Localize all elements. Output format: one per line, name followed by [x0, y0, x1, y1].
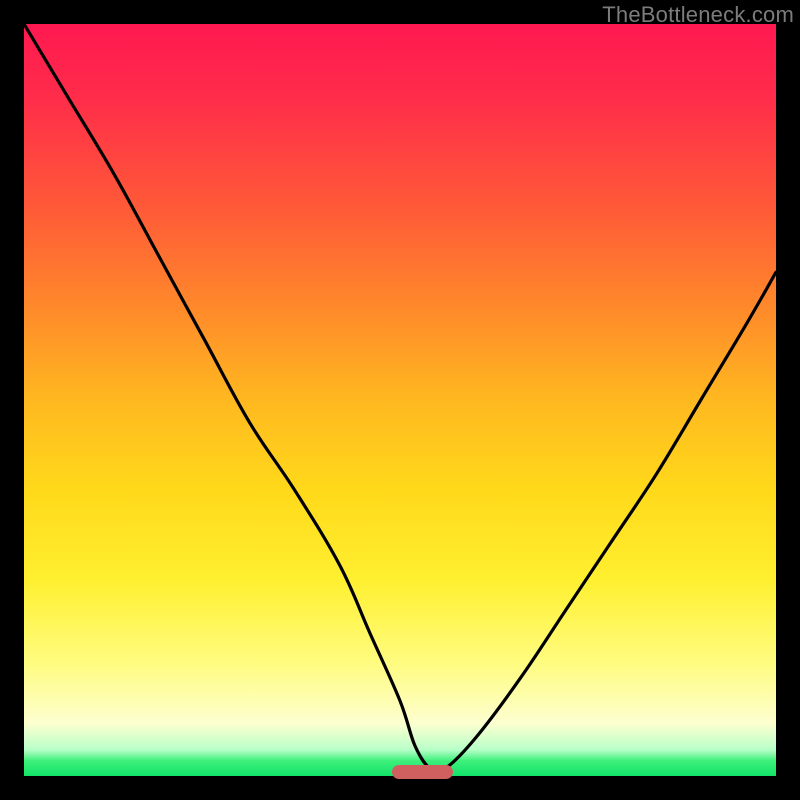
bottleneck-curve: [24, 24, 776, 772]
watermark-text: TheBottleneck.com: [602, 2, 794, 28]
minimum-marker: [392, 765, 452, 779]
curve-overlay: [24, 24, 776, 776]
